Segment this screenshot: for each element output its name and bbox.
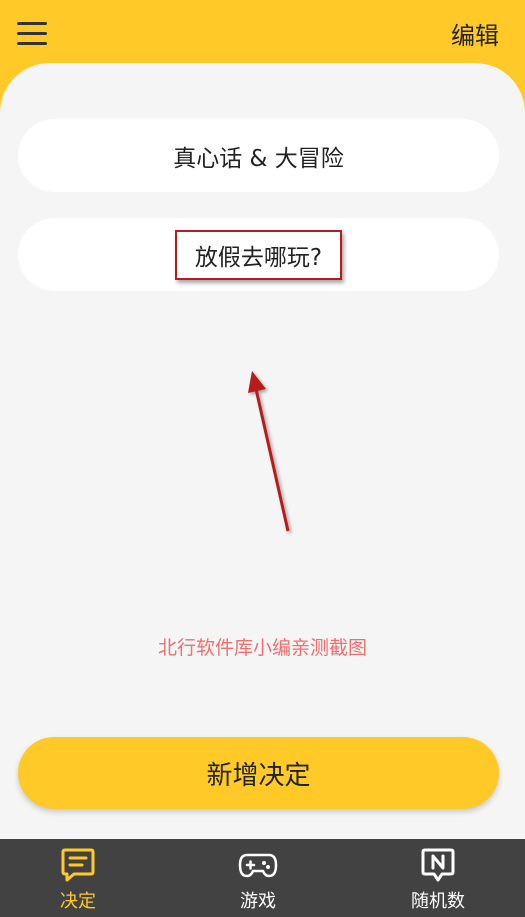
nav-item-games[interactable]: 游戏 bbox=[198, 839, 318, 917]
edit-button[interactable]: 编辑 bbox=[451, 16, 499, 51]
nav-item-label: 游戏 bbox=[240, 891, 276, 912]
decision-card[interactable]: 真心话 & 大冒险 bbox=[18, 119, 499, 192]
decision-card-label: 放假去哪玩? bbox=[174, 229, 343, 280]
hamburger-menu-icon[interactable] bbox=[17, 22, 49, 46]
decision-card[interactable]: 放假去哪玩? bbox=[18, 218, 499, 291]
app-header: 编辑 bbox=[0, 0, 525, 70]
nav-item-random-number[interactable]: 随机数 bbox=[378, 839, 498, 917]
random-number-icon bbox=[421, 848, 455, 882]
add-decision-button[interactable]: 新增决定 bbox=[18, 737, 499, 809]
nav-item-label: 决定 bbox=[60, 891, 96, 912]
nav-item-label: 随机数 bbox=[411, 891, 465, 912]
annotation-arrow bbox=[248, 371, 290, 532]
bottom-navigation: 决定 游戏 随机数 bbox=[0, 839, 525, 917]
nav-item-decide[interactable]: 决定 bbox=[18, 839, 138, 917]
decision-card-label: 真心话 & 大冒险 bbox=[173, 145, 344, 172]
main-panel: 真心话 & 大冒险 放假去哪玩? 北行软件库小编亲测截图 新增决定 bbox=[0, 63, 525, 839]
watermark-text: 北行软件库小编亲测截图 bbox=[157, 637, 367, 659]
gamepad-icon bbox=[238, 853, 278, 878]
decide-card-icon bbox=[61, 848, 95, 882]
